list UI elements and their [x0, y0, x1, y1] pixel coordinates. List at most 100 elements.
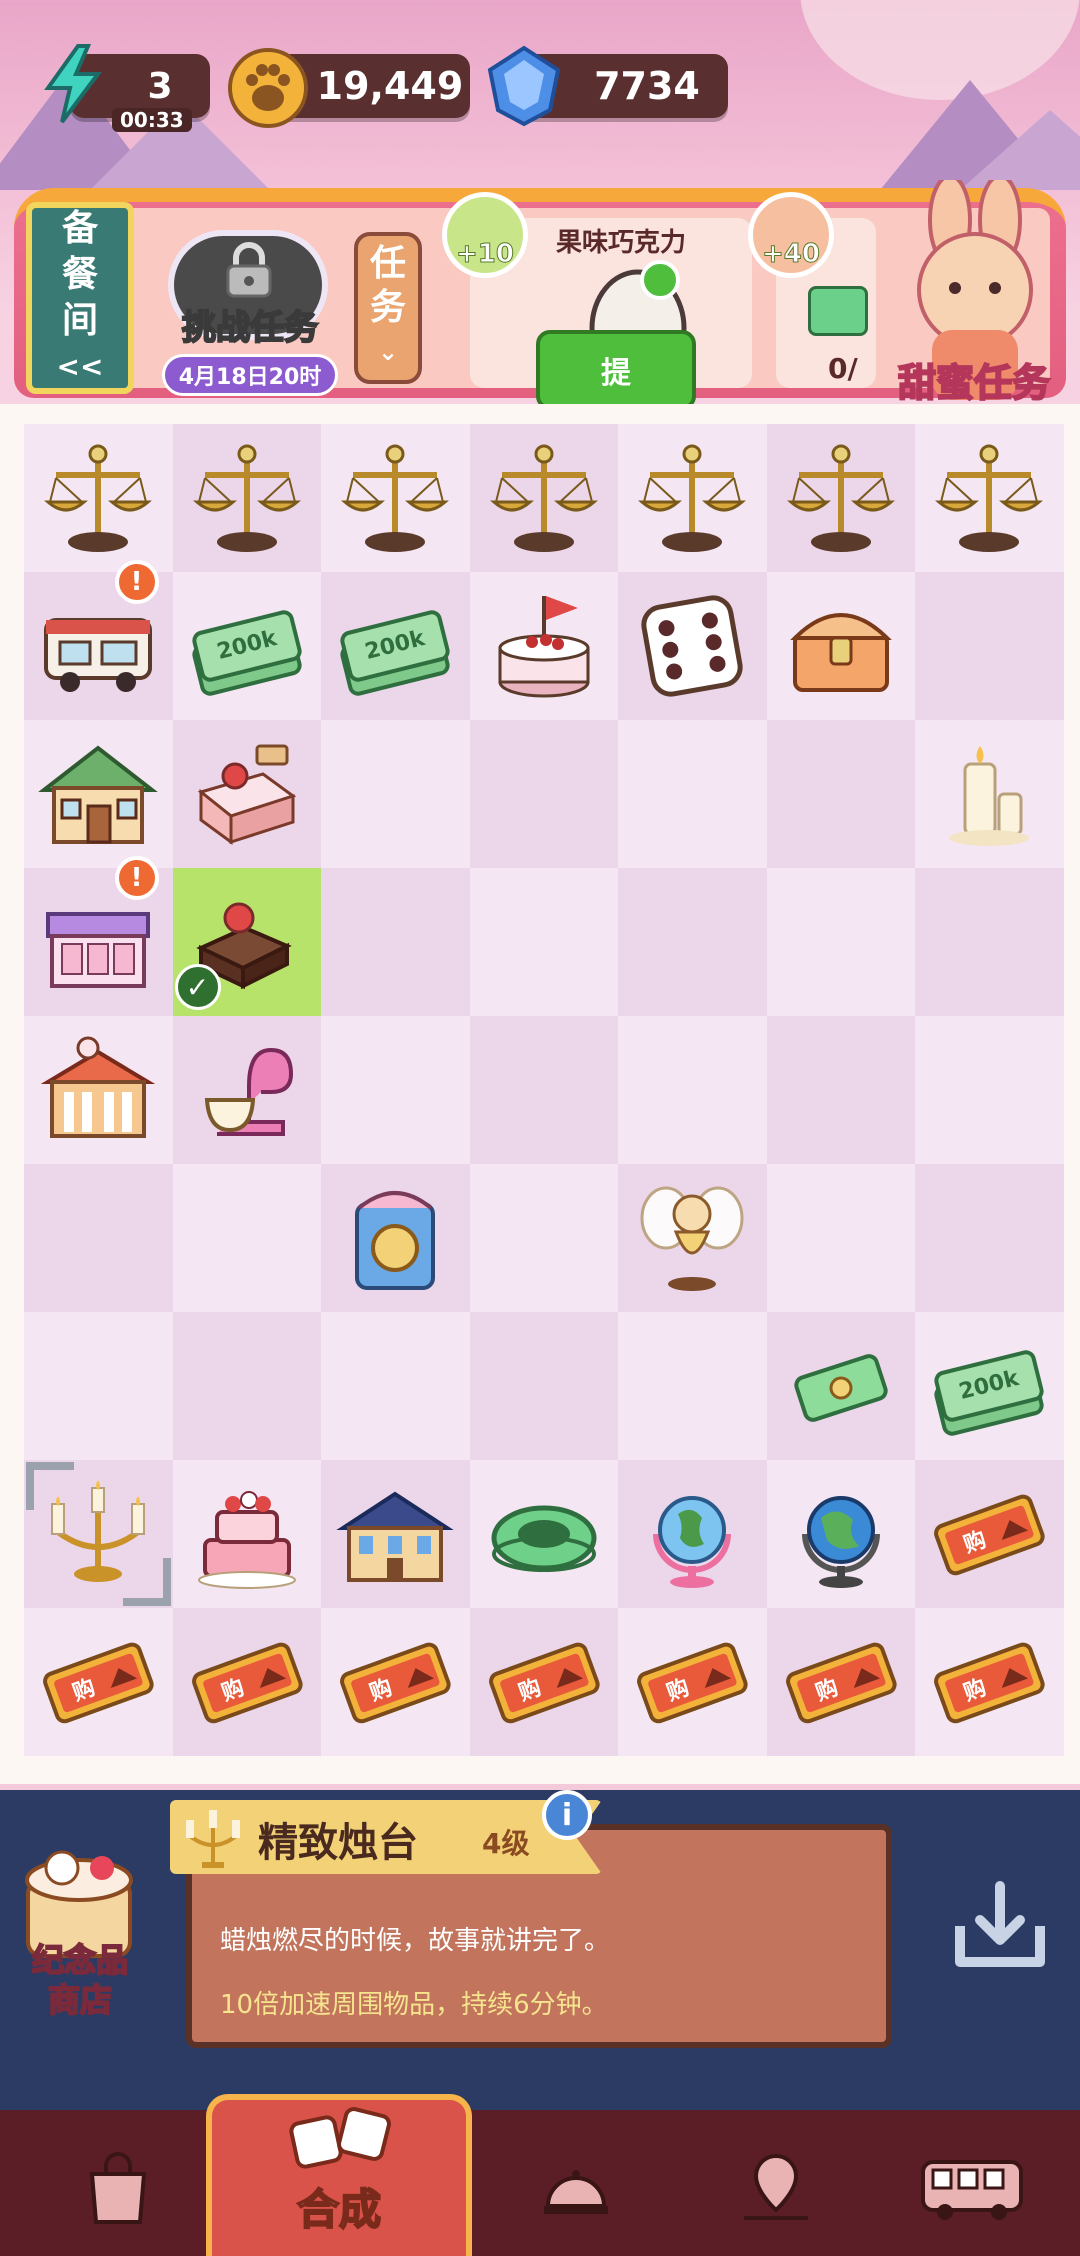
board-cell[interactable]	[469, 868, 618, 1016]
board-cell[interactable]: 购	[469, 1608, 618, 1756]
cottage-icon[interactable]	[38, 734, 159, 854]
board-cell[interactable]: 200k	[172, 572, 321, 720]
board-cell[interactable]	[915, 1016, 1064, 1164]
board-cell[interactable]	[766, 1164, 915, 1312]
ticket-icon[interactable]	[781, 1326, 901, 1446]
board-cell[interactable]	[618, 572, 767, 720]
board-cell[interactable]	[618, 1164, 767, 1312]
board-cell[interactable]	[766, 1016, 915, 1164]
board-cell[interactable]	[469, 720, 618, 868]
cash-200k-icon[interactable]: 200k	[335, 586, 455, 706]
board-cell[interactable]	[24, 1016, 173, 1164]
candelabra-icon[interactable]	[38, 1474, 158, 1594]
board-cell[interactable]	[766, 1460, 915, 1608]
info-button[interactable]: i	[542, 1790, 592, 1840]
scale-icon[interactable]	[781, 438, 901, 558]
board-cell[interactable]	[618, 1460, 767, 1608]
cash-200k-icon[interactable]: 200k	[187, 586, 307, 706]
strawberry-cake-icon[interactable]	[187, 734, 307, 854]
food-truck-icon[interactable]	[38, 586, 158, 706]
order1-submit-button[interactable]: 提	[536, 330, 696, 410]
board-cell[interactable]	[321, 868, 470, 1016]
board-cell[interactable]	[766, 720, 915, 868]
globe-blue-icon[interactable]	[781, 1474, 901, 1594]
flag-cake-icon[interactable]	[484, 586, 604, 706]
board-cell[interactable]	[915, 424, 1064, 572]
board-cell[interactable]	[24, 1460, 173, 1608]
coupon-icon[interactable]: 购	[929, 1622, 1049, 1742]
board-cell[interactable]	[24, 720, 173, 868]
board-cell[interactable]	[321, 424, 470, 572]
shop-stall-icon[interactable]	[38, 882, 158, 1002]
board-cell[interactable]	[321, 1164, 470, 1312]
board-cell[interactable]	[766, 424, 915, 572]
board-cell[interactable]: 200k	[321, 572, 470, 720]
board-cell[interactable]	[469, 424, 618, 572]
scale-icon[interactable]	[335, 438, 455, 558]
board-cell[interactable]	[172, 1016, 321, 1164]
board-cell[interactable]	[618, 1312, 767, 1460]
scale-icon[interactable]	[187, 438, 307, 558]
coupon-icon[interactable]: 购	[781, 1622, 901, 1742]
board-cell[interactable]	[321, 1016, 470, 1164]
scale-icon[interactable]	[632, 438, 752, 558]
board-cell[interactable]	[618, 424, 767, 572]
board-cell[interactable]	[469, 572, 618, 720]
board-cell[interactable]: 购	[915, 1608, 1064, 1756]
board-cell[interactable]: 购	[24, 1608, 173, 1756]
nav-map[interactable]	[676, 2120, 876, 2256]
globe-pink-icon[interactable]	[632, 1474, 752, 1594]
board-cell[interactable]	[172, 720, 321, 868]
board-cell[interactable]: ✓	[172, 868, 321, 1016]
coupon-icon[interactable]: 购	[632, 1622, 752, 1742]
task-tab-button[interactable]: 任 务 ⌄	[354, 232, 422, 384]
coupon-icon[interactable]: 购	[335, 1622, 455, 1742]
coupon-icon[interactable]: 购	[929, 1474, 1049, 1594]
board-cell[interactable]: !	[24, 856, 173, 1016]
board-cell[interactable]	[321, 1312, 470, 1460]
board-cell[interactable]: 购	[172, 1608, 321, 1756]
board-cell[interactable]	[915, 720, 1064, 868]
board-cell[interactable]	[766, 868, 915, 1016]
mixer-icon[interactable]	[187, 1030, 307, 1150]
board-cell[interactable]	[24, 1312, 173, 1460]
merge-board[interactable]: ! 200k 200k! ✓ 200k 购购购购购购购购	[24, 424, 1064, 1772]
scale-icon[interactable]	[38, 438, 158, 558]
bakery-icon[interactable]	[38, 1030, 158, 1150]
board-cell[interactable]	[172, 1164, 321, 1312]
download-icon[interactable]	[940, 1876, 1060, 1976]
board-cell[interactable]: 200k	[915, 1312, 1064, 1460]
board-cell[interactable]: 购	[766, 1608, 915, 1756]
board-cell[interactable]	[469, 1460, 618, 1608]
board-cell[interactable]	[172, 1312, 321, 1460]
board-cell[interactable]	[915, 1164, 1064, 1312]
nav-bus[interactable]	[872, 2120, 1072, 2256]
storage-room-button[interactable]: 备 餐 间 <<	[26, 202, 134, 394]
board-cell[interactable]	[469, 1164, 618, 1312]
coupon-icon[interactable]: 购	[38, 1622, 158, 1742]
board-cell[interactable]: 购	[321, 1608, 470, 1756]
board-cell[interactable]	[915, 868, 1064, 1016]
board-cell[interactable]	[766, 572, 915, 720]
board-cell[interactable]	[766, 1312, 915, 1460]
trophy-frame-icon[interactable]	[335, 1178, 455, 1298]
fairy-icon[interactable]	[632, 1178, 752, 1298]
scale-icon[interactable]	[929, 438, 1049, 558]
board-cell[interactable]: !	[24, 560, 173, 720]
candle-melt-icon[interactable]	[929, 734, 1049, 854]
board-cell[interactable]	[24, 424, 173, 572]
board-cell[interactable]	[469, 1016, 618, 1164]
coupon-icon[interactable]: 购	[484, 1622, 604, 1742]
board-cell[interactable]	[618, 868, 767, 1016]
nav-shopping-bag[interactable]	[18, 2120, 218, 2256]
board-cell[interactable]: 购	[915, 1460, 1064, 1608]
coupon-icon[interactable]: 购	[187, 1622, 307, 1742]
mansion-icon[interactable]	[335, 1474, 455, 1594]
tiered-cake-icon[interactable]	[187, 1474, 307, 1594]
cash-200k-icon[interactable]: 200k	[929, 1326, 1049, 1446]
board-cell[interactable]	[618, 720, 767, 868]
board-cell[interactable]	[321, 720, 470, 868]
scale-icon[interactable]	[484, 438, 604, 558]
dice-icon[interactable]	[632, 586, 752, 706]
film-ring-icon[interactable]	[484, 1474, 604, 1594]
